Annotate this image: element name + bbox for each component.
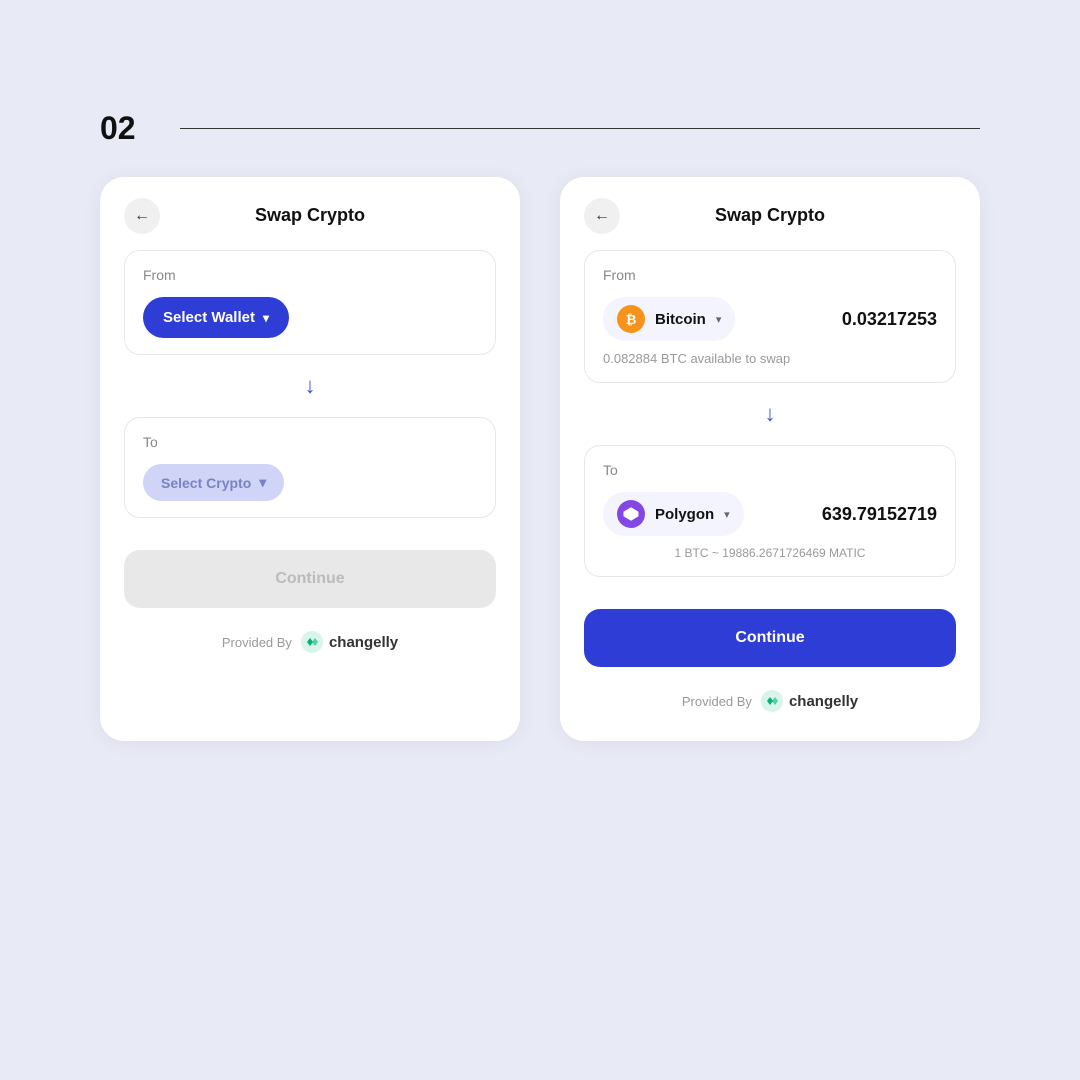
step-number: 02: [100, 110, 160, 147]
conversion-rate: 1 BTC ~ 19886.2671726469 MATIC: [603, 546, 937, 560]
down-arrow-icon: ↓: [305, 373, 316, 399]
to-label-left: To: [143, 434, 477, 450]
provided-by-right: Provided By changelly: [584, 689, 956, 713]
from-section-left: From Select Wallet ▾: [124, 250, 496, 355]
bitcoin-row: ₿ Bitcoin ▾ 0.03217253: [603, 297, 937, 341]
back-arrow-icon: ←: [134, 207, 150, 225]
polygon-row: Polygon ▾ 639.79152719: [603, 492, 937, 536]
chevron-down-icon: ▾: [263, 311, 269, 325]
to-label-right: To: [603, 462, 937, 478]
select-wallet-label: Select Wallet: [163, 309, 255, 326]
changelly-label-left: changelly: [329, 634, 398, 651]
card-right: ← Swap Crypto From ₿ Bitcoin ▾ 0.0321725…: [560, 177, 980, 741]
provided-by-label-left: Provided By: [222, 635, 292, 650]
from-label-right: From: [603, 267, 937, 283]
bitcoin-amount: 0.03217253: [842, 309, 937, 330]
from-label-left: From: [143, 267, 477, 283]
card-left-header: ← Swap Crypto: [124, 205, 496, 226]
bitcoin-selector[interactable]: ₿ Bitcoin ▾: [603, 297, 735, 341]
continue-button-left[interactable]: Continue: [124, 550, 496, 608]
bitcoin-icon: ₿: [617, 305, 645, 333]
changelly-logo-left: changelly: [300, 630, 398, 654]
bitcoin-available: 0.082884 BTC available to swap: [603, 351, 937, 366]
changelly-icon-left: [300, 630, 324, 654]
back-arrow-icon-right: ←: [594, 207, 610, 225]
changelly-icon-right: [760, 689, 784, 713]
polygon-amount: 639.79152719: [822, 504, 937, 525]
card-left-title: Swap Crypto: [255, 205, 365, 226]
down-arrow-icon-right: ↓: [765, 401, 776, 427]
select-wallet-button[interactable]: Select Wallet ▾: [143, 297, 289, 338]
back-button-left[interactable]: ←: [124, 198, 160, 234]
chevron-down-icon-crypto: ▾: [259, 474, 266, 491]
continue-button-right[interactable]: Continue: [584, 609, 956, 667]
bitcoin-chevron-icon: ▾: [716, 313, 722, 326]
cards-container: ← Swap Crypto From Select Wallet ▾ ↓ To …: [100, 177, 980, 741]
select-crypto-label: Select Crypto: [161, 475, 251, 491]
to-section-left: To Select Crypto ▾: [124, 417, 496, 518]
provided-by-label-right: Provided By: [682, 694, 752, 709]
back-button-right[interactable]: ←: [584, 198, 620, 234]
changelly-logo-right: changelly: [760, 689, 858, 713]
changelly-label-right: changelly: [789, 693, 858, 710]
to-section-right: To Polygon ▾ 639.79152719 1 BTC ~ 19886.…: [584, 445, 956, 577]
card-right-header: ← Swap Crypto: [584, 205, 956, 226]
bitcoin-name: Bitcoin: [655, 311, 706, 328]
swap-arrow-left: ↓: [124, 355, 496, 417]
polygon-icon: [617, 500, 645, 528]
step-line: [180, 128, 980, 130]
polygon-selector[interactable]: Polygon ▾: [603, 492, 744, 536]
select-crypto-button[interactable]: Select Crypto ▾: [143, 464, 284, 501]
swap-arrow-right: ↓: [584, 383, 956, 445]
card-right-title: Swap Crypto: [715, 205, 825, 226]
from-section-right: From ₿ Bitcoin ▾ 0.03217253 0.082884 BTC…: [584, 250, 956, 383]
provided-by-left: Provided By changelly: [124, 630, 496, 654]
polygon-name: Polygon: [655, 506, 714, 523]
polygon-chevron-icon: ▾: [724, 508, 730, 521]
card-left: ← Swap Crypto From Select Wallet ▾ ↓ To …: [100, 177, 520, 741]
